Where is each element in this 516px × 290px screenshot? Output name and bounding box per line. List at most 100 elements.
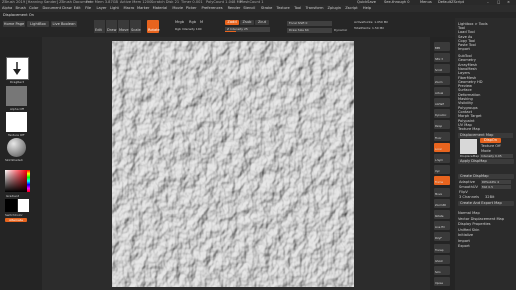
default-zscript-button[interactable]: DefaultZScript: [438, 0, 464, 4]
rotate-button[interactable]: Rotate: [147, 20, 160, 33]
switch-color-button[interactable]: SwitchColor: [5, 213, 23, 217]
disp-mode-button[interactable]: Mode: [481, 149, 491, 153]
menu-help[interactable]: Help: [363, 6, 371, 10]
shelf-xpose-button[interactable]: Xpose: [434, 277, 450, 287]
flipv-toggle[interactable]: FlipV: [459, 190, 468, 194]
dpsubpix-slider[interactable]: DPSubPix 4: [481, 180, 511, 184]
subpalette-texture-map[interactable]: Texture Map: [458, 127, 480, 131]
menu-material[interactable]: Material: [153, 6, 168, 10]
hue-strip[interactable]: [27, 170, 30, 192]
menu-layer[interactable]: Layer: [97, 6, 107, 10]
shelf-dynamic-button[interactable]: Dynamic: [434, 109, 450, 119]
shelf-bpr-button[interactable]: BPR: [434, 42, 450, 51]
menu-zplugin[interactable]: Zplugin: [328, 6, 342, 10]
m-toggle[interactable]: M: [200, 20, 203, 24]
subpalette-display-properties[interactable]: Display Properties: [458, 222, 491, 226]
channels-toggle[interactable]: 3 Channels: [459, 195, 479, 199]
shelf-floor-button[interactable]: Floor: [434, 131, 450, 141]
menu-light[interactable]: Light: [110, 6, 119, 10]
menu-stencil[interactable]: Stencil: [243, 6, 255, 10]
alpha-thumbnail[interactable]: [6, 86, 27, 106]
menus-button[interactable]: Menus: [420, 0, 432, 4]
move-button[interactable]: Move: [118, 20, 129, 33]
subpalette-export[interactable]: Export: [458, 244, 470, 248]
dynamic-toggle[interactable]: Dynamic: [334, 28, 347, 32]
subpalette-import[interactable]: Import: [458, 239, 470, 243]
menu-draw[interactable]: Draw: [62, 6, 71, 10]
menu-file[interactable]: File: [85, 6, 91, 10]
shelf-transp-button[interactable]: Transp: [434, 243, 450, 253]
menu-preferences[interactable]: Preferences: [202, 6, 223, 10]
intensity-slider[interactable]: Intensity 0.05: [480, 154, 513, 158]
shelf-polyf-button[interactable]: PolyF: [434, 232, 450, 242]
rgb-toggle[interactable]: Rgb: [189, 20, 196, 24]
shelf-rotate-button[interactable]: Rotate: [434, 210, 450, 219]
quicksave-button[interactable]: QuickSave: [357, 0, 376, 4]
create-dispmap-button[interactable]: Create DispMap: [458, 174, 514, 179]
menu-zscript[interactable]: Zscript: [345, 6, 357, 10]
home-page-button[interactable]: Home Page: [3, 21, 25, 27]
alternate-button[interactable]: Alternate: [5, 218, 27, 222]
secondary-color-swatch[interactable]: [18, 199, 29, 212]
brush-thumbnail[interactable]: [6, 57, 29, 80]
see-through-slider[interactable]: See-through 0: [384, 0, 410, 4]
material-sphere[interactable]: [7, 138, 26, 157]
menu-stroke[interactable]: Stroke: [261, 6, 272, 10]
bit-depth-toggle[interactable]: 32Bit: [485, 195, 494, 199]
shelf-frame-button[interactable]: Frame: [434, 176, 450, 186]
maximize-icon[interactable]: □: [497, 0, 500, 4]
menu-tool[interactable]: Tool: [294, 6, 301, 10]
shelf-actual-button[interactable]: Actual: [434, 86, 450, 96]
rgb-intensity-slider[interactable]: Rgb Intensity 100: [175, 27, 202, 31]
color-picker[interactable]: [5, 170, 27, 192]
edit-button[interactable]: Edit: [94, 20, 105, 33]
close-icon[interactable]: ×: [507, 0, 510, 4]
menu-render[interactable]: Render: [228, 6, 241, 10]
shelf-l-sym-button[interactable]: L.Sym: [434, 154, 450, 163]
main-color-swatch[interactable]: [5, 199, 17, 212]
menu-texture[interactable]: Texture: [277, 6, 290, 10]
z-intensity-slider[interactable]: Z Intensity 25: [225, 27, 270, 32]
subpalette-initialize[interactable]: Initialize: [458, 233, 473, 237]
displacement-plane[interactable]: [112, 41, 354, 287]
subpalette-vector-displacement-map[interactable]: Vector Displacement Map: [458, 217, 504, 221]
apply-dispmap-button[interactable]: Apply DispMap: [458, 159, 514, 164]
shelf-scroll-button[interactable]: Scroll: [434, 64, 450, 74]
zadd-button[interactable]: Zadd: [225, 20, 239, 25]
adaptive-toggle[interactable]: Adaptive: [459, 180, 475, 184]
focal-shift-slider[interactable]: Focal Shift 0: [287, 21, 332, 26]
shelf-aahalf-button[interactable]: AAHalf: [434, 98, 450, 107]
shelf-solo-button[interactable]: Solo: [434, 266, 450, 275]
shelf-line-fill-button[interactable]: Line Fill: [434, 221, 450, 231]
disp-texture-off[interactable]: Texture Off: [481, 144, 501, 148]
menu-color[interactable]: Color: [29, 6, 38, 10]
shelf-spix-3-button[interactable]: SPix 3: [434, 53, 450, 63]
displacement-map-thumbnail[interactable]: [460, 139, 477, 154]
canvas-area[interactable]: [42, 37, 430, 290]
mid-slider[interactable]: Mid 0.5: [481, 185, 511, 189]
draw-size-slider[interactable]: Draw Size 64: [287, 28, 332, 33]
shelf-ghost-button[interactable]: Ghost: [434, 254, 450, 264]
menu-brush[interactable]: Brush: [16, 6, 26, 10]
tool-import-button[interactable]: Import: [458, 47, 470, 51]
menu-picker[interactable]: Picker: [186, 6, 197, 10]
texture-thumbnail[interactable]: [6, 112, 27, 132]
shelf-persp-button[interactable]: Persp: [434, 120, 450, 130]
menu-alpha[interactable]: Alpha: [2, 6, 12, 10]
menu-macro[interactable]: Macro: [124, 6, 135, 10]
menu-transform[interactable]: Transform: [306, 6, 324, 10]
shelf-move-button[interactable]: Move: [434, 187, 450, 197]
shelf-local-button[interactable]: Local: [434, 142, 450, 152]
minimize-icon[interactable]: –: [487, 0, 489, 4]
create-and-export-button[interactable]: Create And Export Map: [458, 201, 514, 206]
zcut-button[interactable]: Zcut: [255, 20, 269, 25]
lightbox-button[interactable]: LightBox: [27, 21, 49, 27]
menu-document[interactable]: Document: [43, 6, 62, 10]
shelf-zoom-button[interactable]: Zoom: [434, 75, 450, 85]
menu-movie[interactable]: Movie: [172, 6, 183, 10]
mrgb-toggle[interactable]: Mrgb: [175, 20, 184, 24]
disp-on-button[interactable]: DispOn: [480, 138, 501, 143]
subpalette-normal-map[interactable]: Normal Map: [458, 211, 480, 215]
zsub-button[interactable]: Zsub: [240, 20, 254, 25]
draw-button[interactable]: Draw: [106, 20, 117, 33]
